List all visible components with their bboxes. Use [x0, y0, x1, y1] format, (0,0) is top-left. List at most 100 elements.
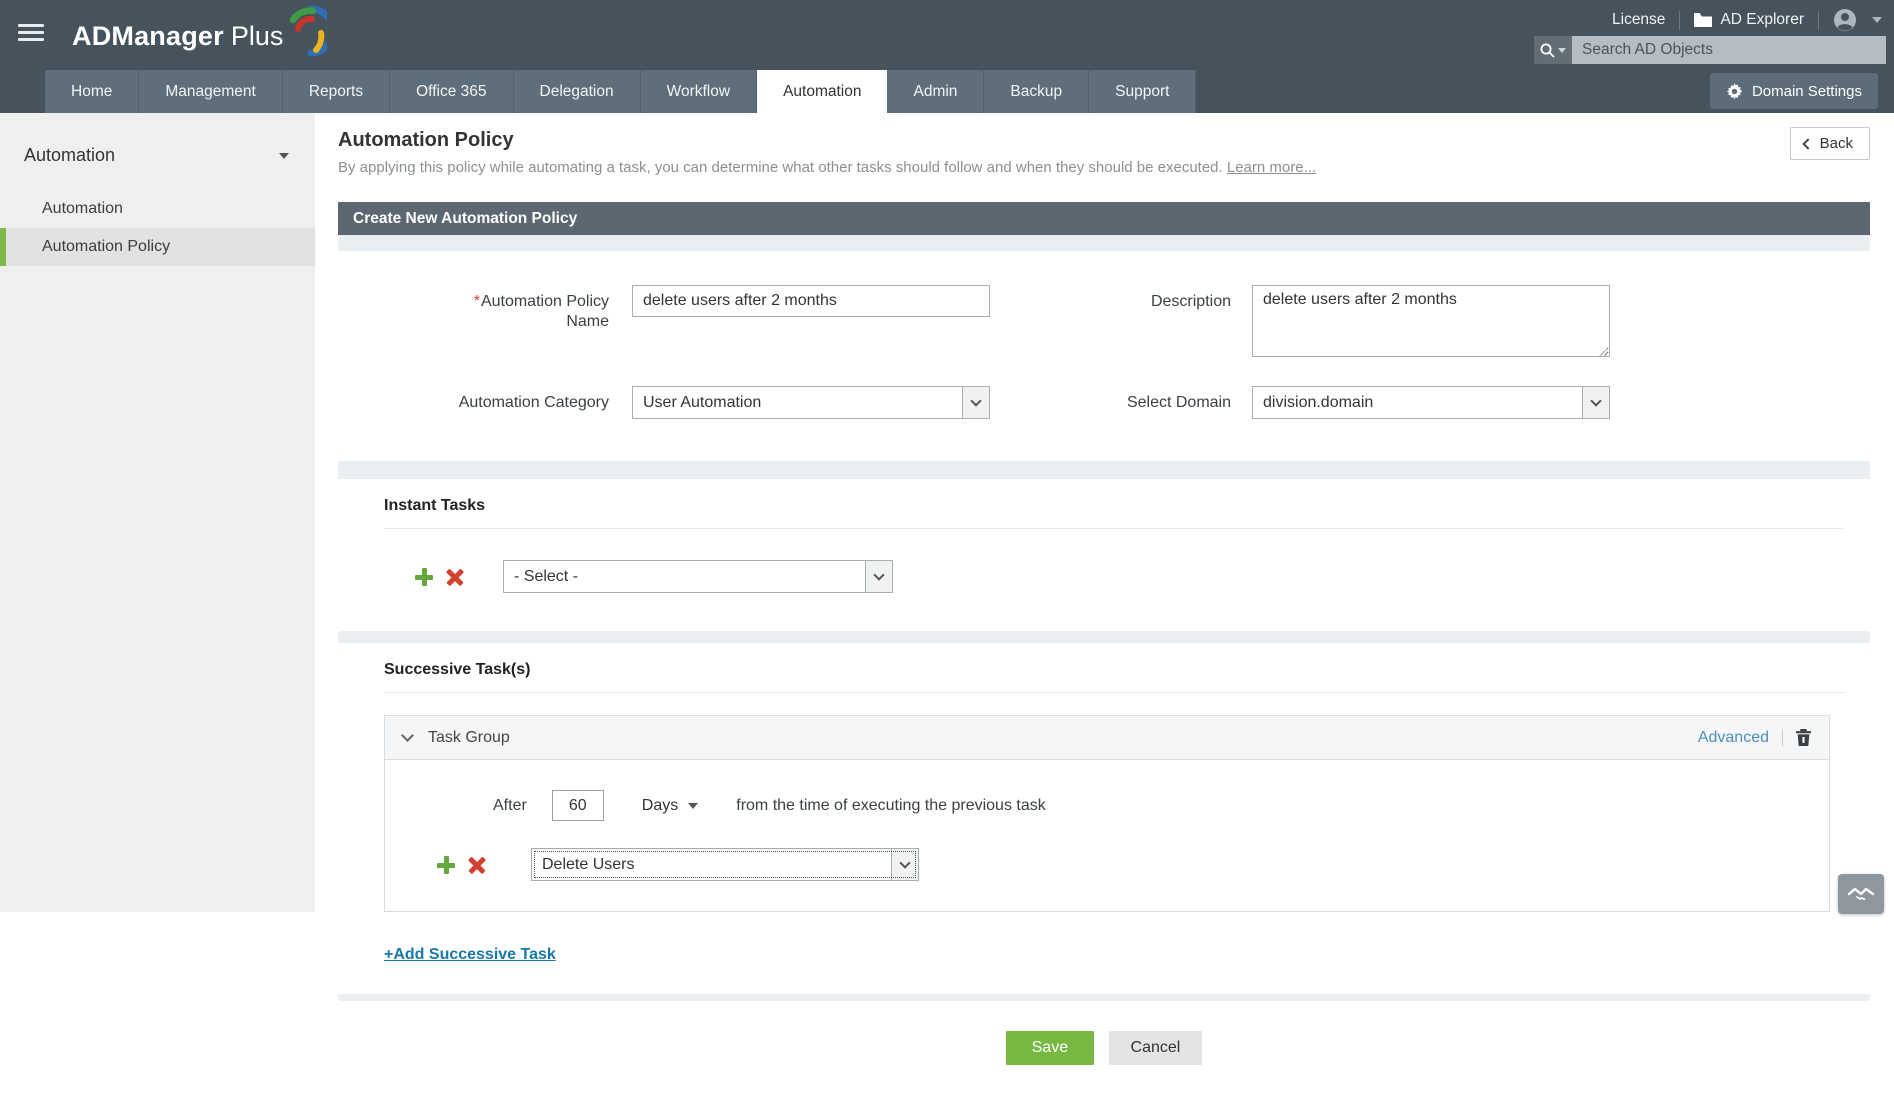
search-input[interactable] [1572, 36, 1886, 64]
tab-automation[interactable]: Automation [757, 70, 887, 113]
description-label: Description [990, 285, 1231, 312]
chevron-down-icon [1872, 17, 1882, 23]
domain-settings-button[interactable]: Domain Settings [1710, 73, 1878, 109]
remove-task-icon[interactable] [468, 856, 486, 874]
after-days-input[interactable] [552, 790, 604, 821]
add-successive-task-link[interactable]: +Add Successive Task [384, 946, 556, 964]
description-field-wrap: delete users after 2 months [1252, 285, 1610, 362]
description-textarea[interactable]: delete users after 2 months [1252, 285, 1610, 357]
tab-admin[interactable]: Admin [887, 70, 984, 113]
ad-explorer-link[interactable]: AD Explorer [1694, 11, 1804, 29]
hamburger-menu-icon[interactable] [18, 24, 44, 44]
brand-name-bold: ADManager [72, 21, 224, 52]
policy-name-label: *Automation Policy Name [338, 285, 609, 332]
page-title: Automation Policy [338, 129, 1870, 152]
page-subtitle: By applying this policy while automating… [338, 159, 1870, 176]
main-panel: Automation Policy By applying this polic… [315, 113, 1894, 1065]
instant-task-select[interactable]: - Select - [503, 560, 893, 593]
app-logo[interactable]: ADManager Plus [72, 14, 327, 58]
search-scope-button[interactable] [1534, 36, 1572, 64]
category-select[interactable]: User Automation [632, 386, 990, 419]
save-button[interactable]: Save [1006, 1031, 1094, 1065]
tab-backup[interactable]: Backup [984, 70, 1089, 113]
tab-office-365[interactable]: Office 365 [390, 70, 513, 113]
user-avatar-icon [1833, 8, 1857, 32]
instant-task-select-value: - Select - [504, 561, 865, 592]
collapse-chevron-icon[interactable] [401, 729, 414, 742]
sidebar-item-automation[interactable]: Automation [0, 190, 315, 228]
select-arrow-button[interactable] [962, 387, 989, 418]
successive-task-select[interactable]: Delete Users [531, 848, 919, 881]
separator [1818, 11, 1819, 30]
logo-swoosh-icon [285, 4, 327, 58]
learn-more-link[interactable]: Learn more... [1227, 159, 1316, 176]
after-label: After [493, 797, 527, 815]
page-header: Automation Policy By applying this polic… [338, 113, 1870, 176]
advanced-link[interactable]: Advanced [1698, 729, 1769, 747]
select-arrow-button[interactable] [1582, 387, 1609, 418]
domain-label: Select Domain [990, 386, 1231, 413]
task-group-header: Task Group Advanced [385, 716, 1829, 760]
divider [384, 528, 1844, 529]
user-account-menu[interactable] [1833, 8, 1882, 32]
policy-name-input[interactable] [632, 285, 990, 317]
task-group-body: After Days from the time of executing th… [385, 760, 1829, 911]
chevron-down-icon [970, 395, 981, 406]
instant-tasks-heading: Instant Tasks [384, 497, 1870, 515]
sidebar-item-automation-policy[interactable]: Automation Policy [0, 228, 315, 266]
chevron-down-icon [873, 569, 884, 580]
select-arrow-button[interactable] [865, 561, 892, 592]
successive-tasks-heading: Successive Task(s) [384, 661, 1870, 679]
ad-search [1534, 36, 1886, 64]
sidebar-section-toggle[interactable]: Automation [0, 139, 315, 190]
remove-task-icon[interactable] [446, 568, 464, 586]
category-select-value: User Automation [633, 387, 962, 418]
back-button[interactable]: Back [1790, 127, 1870, 160]
content-area: Automation Automation Automation Policy … [0, 113, 1894, 1065]
delete-task-group-button[interactable] [1796, 729, 1811, 746]
add-task-icon[interactable] [437, 856, 455, 874]
schedule-row: After Days from the time of executing th… [493, 790, 1829, 821]
task-group: Task Group Advanced [384, 715, 1830, 912]
policy-form-card: *Automation Policy Name Description dele… [338, 251, 1870, 461]
tab-management[interactable]: Management [139, 70, 282, 113]
time-unit-dropdown[interactable]: Days [642, 797, 698, 815]
license-link[interactable]: License [1612, 11, 1665, 29]
tab-workflow[interactable]: Workflow [641, 70, 757, 113]
tab-reports[interactable]: Reports [283, 70, 390, 113]
tab-support[interactable]: Support [1089, 70, 1196, 113]
form-row-1: *Automation Policy Name Description dele… [338, 285, 1870, 362]
successive-task-row: Delete Users [437, 848, 1829, 881]
tab-home[interactable]: Home [45, 70, 139, 113]
time-unit-value: Days [642, 797, 678, 815]
chevron-down-icon [899, 857, 910, 868]
feedback-tab[interactable] [1838, 874, 1884, 914]
cancel-button[interactable]: Cancel [1109, 1031, 1203, 1065]
add-task-icon[interactable] [415, 568, 433, 586]
tab-delegation[interactable]: Delegation [514, 70, 641, 113]
back-button-label: Back [1820, 135, 1853, 152]
separator [1782, 729, 1783, 746]
topbar: ADManager Plus License AD Explorer [0, 0, 1894, 70]
domain-settings-label: Domain Settings [1752, 83, 1862, 100]
ad-explorer-label: AD Explorer [1720, 11, 1804, 29]
brand-name-light: Plus [231, 21, 284, 52]
domain-select[interactable]: division.domain [1252, 386, 1610, 419]
panel-body: *Automation Policy Name Description dele… [338, 235, 1870, 1001]
domain-select-value: division.domain [1253, 387, 1582, 418]
successive-tasks-card: Successive Task(s) Task Group Advanced [338, 643, 1870, 994]
separator [1679, 11, 1680, 30]
trash-icon [1796, 729, 1811, 746]
successive-task-select-value: Delete Users [532, 849, 891, 880]
chevron-left-icon [1802, 138, 1813, 149]
page-subtitle-text: By applying this policy while automating… [338, 159, 1223, 176]
select-arrow-button[interactable] [891, 849, 918, 880]
chevron-down-icon [1590, 395, 1601, 406]
form-row-2: Automation Category User Automation Sele… [338, 386, 1870, 419]
search-icon [1540, 43, 1555, 58]
create-policy-panel: Create New Automation Policy *Automation… [338, 202, 1870, 1001]
topbar-utilities: License AD Explorer [1612, 8, 1882, 32]
required-marker: * [474, 293, 480, 310]
gear-icon [1726, 83, 1743, 100]
category-label: Automation Category [338, 386, 609, 413]
